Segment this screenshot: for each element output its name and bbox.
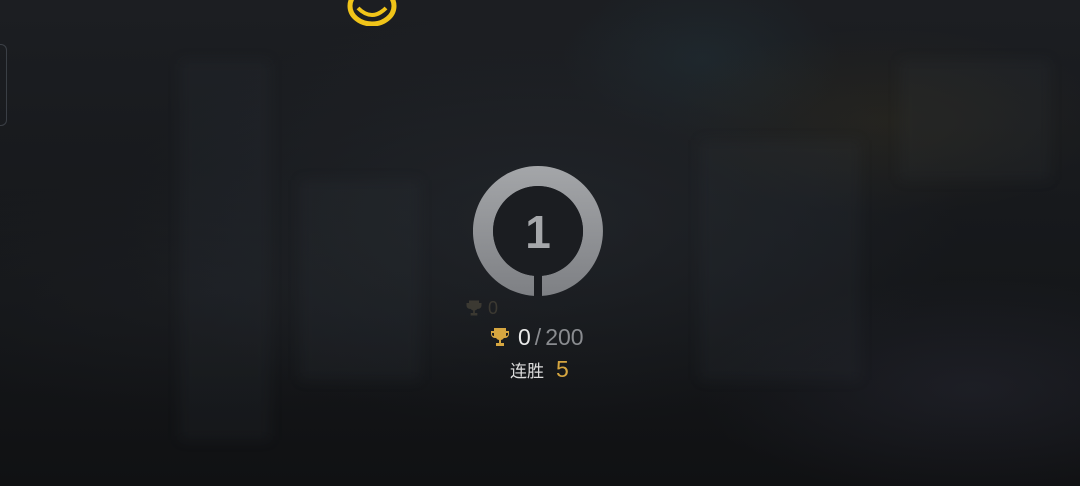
background-shape: [300, 180, 420, 380]
background-shape: [900, 60, 1050, 180]
trophy-icon: [466, 300, 482, 316]
background-shape: [180, 60, 270, 440]
trophy-icon: [491, 328, 509, 346]
gold-emblem-icon: [346, 0, 398, 27]
streak-value: 5: [556, 355, 569, 382]
rank-badge: 1: [472, 166, 603, 296]
background-shape: [700, 140, 860, 380]
side-panel-tab[interactable]: [0, 44, 7, 126]
win-streak: 连胜 5: [510, 354, 569, 384]
trophy-separator: /: [534, 323, 542, 350]
game-screen: 1 0 0 / 200 连胜 5: [0, 0, 1080, 486]
ghost-trophy-value: 0: [488, 297, 499, 318]
rank-number: 1: [525, 206, 551, 258]
trophy-current: 0: [518, 323, 531, 350]
ghost-trophy-count: 0: [464, 296, 498, 320]
trophy-progress: 0 / 200: [488, 322, 584, 352]
trophy-max: 200: [545, 323, 584, 350]
streak-label: 连胜: [510, 361, 544, 382]
